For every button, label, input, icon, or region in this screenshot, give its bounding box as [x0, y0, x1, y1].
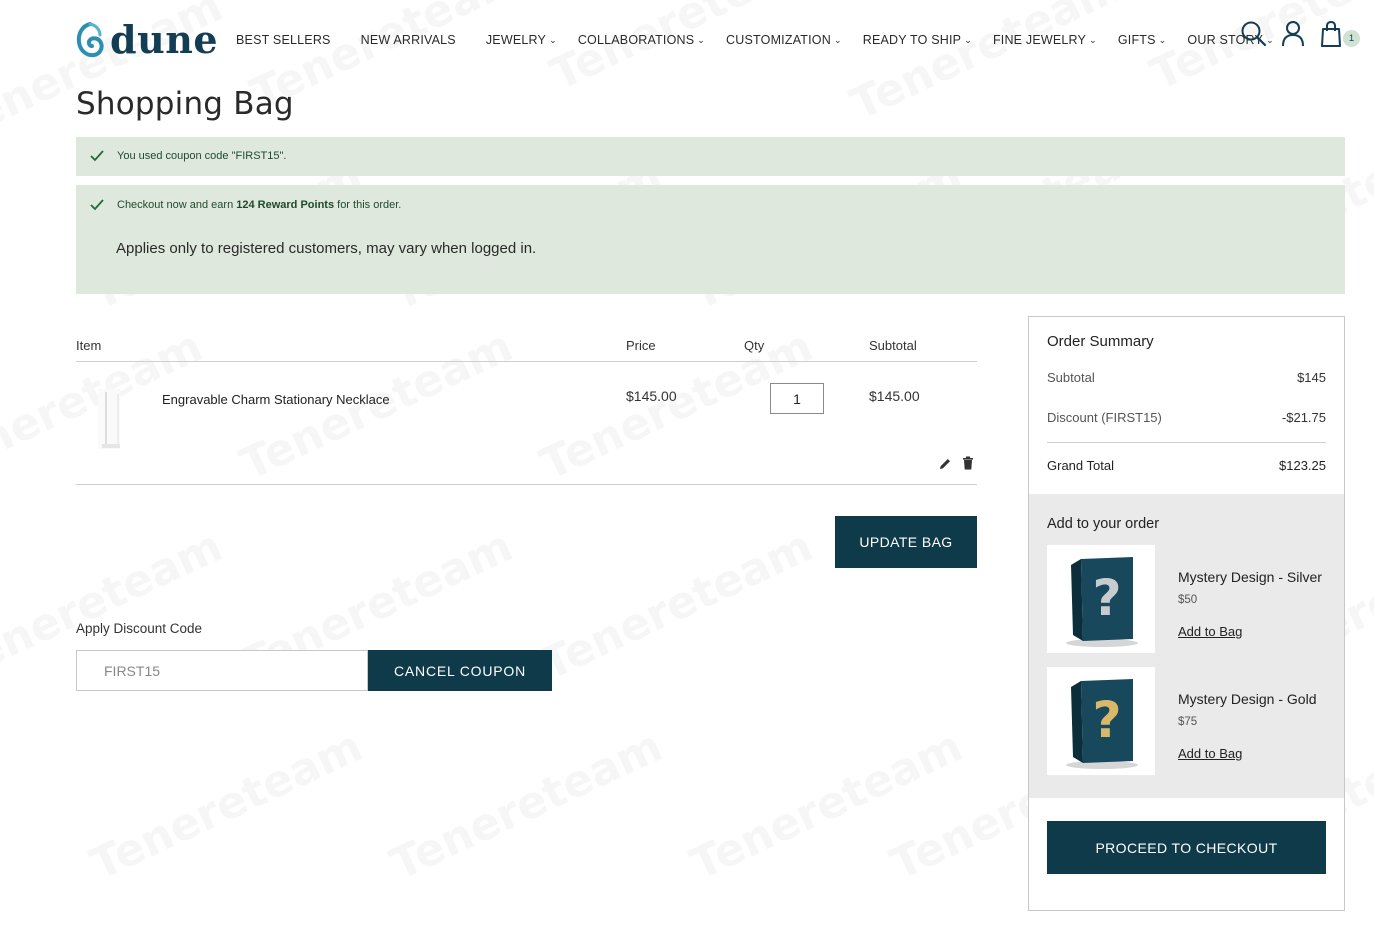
- reward-points: 124 Reward Points: [236, 199, 335, 211]
- nav-label: COLLABORATIONS: [577, 33, 695, 47]
- upsell-item: ? Mystery Design - Silver $50 Add to Bag: [1047, 545, 1327, 653]
- summary-discount-value: -$21.75: [1281, 410, 1326, 425]
- nav-jewelry[interactable]: JEWELRY ⌄: [486, 33, 557, 47]
- summary-subtotal-value: $145: [1297, 370, 1326, 385]
- page-title: Shopping Bag: [76, 86, 294, 122]
- summary-subtotal-row: Subtotal $145: [1047, 370, 1326, 385]
- coupon-success-message: You used coupon code "FIRST15".: [76, 137, 1345, 176]
- nav-new-arrivals[interactable]: NEW ARRIVALS: [361, 33, 456, 47]
- summary-total-row: Grand Total $123.25: [1047, 458, 1326, 473]
- main-nav: BEST SELLERS NEW ARRIVALS JEWELRY ⌄ COLLA…: [236, 33, 1295, 47]
- cart-table-header: Item Price Qty Subtotal: [76, 336, 977, 362]
- cart-button[interactable]: 1: [1318, 20, 1360, 48]
- chevron-down-icon: ⌄: [964, 34, 972, 45]
- summary-divider: [1047, 442, 1326, 443]
- discount-label: Apply Discount Code: [76, 621, 203, 636]
- mystery-box-silver-image[interactable]: ?: [1047, 545, 1155, 653]
- svg-text:?: ?: [1092, 569, 1121, 627]
- cancel-coupon-button[interactable]: CANCEL COUPON: [368, 650, 552, 691]
- nav-collaborations[interactable]: COLLABORATIONS ⌄: [578, 33, 705, 47]
- nav-label: CUSTOMIZATION: [726, 33, 831, 47]
- logo-swirl-icon: [76, 22, 104, 58]
- site-header: dune BEST SELLERS NEW ARRIVALS JEWELRY ⌄ …: [76, 14, 1360, 66]
- logo-text: dune: [110, 17, 219, 62]
- chevron-down-icon: ⌄: [1089, 34, 1097, 45]
- reward-prefix: Checkout now and earn: [117, 199, 237, 211]
- nav-customization[interactable]: CUSTOMIZATION ⌄: [726, 33, 842, 47]
- reward-note: Applies only to registered customers, ma…: [116, 240, 537, 257]
- product-name-link[interactable]: Engravable Charm Stationary Necklace: [162, 392, 390, 407]
- chevron-down-icon: ⌄: [549, 34, 557, 45]
- nav-gifts[interactable]: GIFTS ⌄: [1118, 33, 1167, 47]
- summary-discount-row: Discount (FIRST15) -$21.75: [1047, 410, 1326, 425]
- check-icon: [90, 199, 104, 211]
- update-bag-button[interactable]: UPDATE BAG: [835, 516, 977, 568]
- svg-text:?: ?: [1092, 691, 1121, 749]
- upsell-price: $50: [1178, 594, 1198, 606]
- order-summary: Order Summary Subtotal $145 Discount (FI…: [1028, 316, 1345, 911]
- add-to-bag-link[interactable]: Add to Bag: [1178, 746, 1242, 761]
- discount-code-input[interactable]: [76, 650, 368, 691]
- item-subtotal: $145.00: [869, 388, 920, 404]
- nav-label: FINE JEWELRY: [992, 33, 1087, 47]
- column-item: Item: [76, 338, 102, 353]
- nav-label: JEWELRY: [485, 33, 547, 47]
- logo[interactable]: dune: [76, 21, 218, 59]
- coupon-message-text: You used coupon code "FIRST15".: [117, 150, 287, 162]
- grand-total-value: $123.25: [1279, 458, 1326, 473]
- order-summary-title: Order Summary: [1047, 333, 1154, 350]
- quantity-input[interactable]: [770, 383, 824, 414]
- nav-best-sellers[interactable]: BEST SELLERS: [236, 33, 331, 47]
- nav-label: GIFTS: [1117, 33, 1156, 47]
- upsell-item: ? Mystery Design - Gold $75 Add to Bag: [1047, 667, 1327, 775]
- reward-points-message: Checkout now and earn 124 Reward Points …: [76, 185, 1345, 294]
- nav-fine-jewelry[interactable]: FINE JEWELRY ⌄: [993, 33, 1097, 47]
- edit-icon[interactable]: [938, 457, 952, 471]
- summary-discount-label: Discount (FIRST15): [1047, 410, 1162, 425]
- item-price: $145.00: [626, 388, 677, 404]
- cart-count-badge: 1: [1343, 30, 1360, 47]
- account-icon[interactable]: [1279, 20, 1307, 48]
- mystery-box-gold-image[interactable]: ?: [1047, 667, 1155, 775]
- chevron-down-icon: ⌄: [833, 34, 842, 45]
- chevron-down-icon: ⌄: [1158, 34, 1167, 45]
- nav-label: BEST SELLERS: [236, 33, 331, 47]
- nav-ready-to-ship[interactable]: READY TO SHIP ⌄: [863, 33, 972, 47]
- proceed-to-checkout-button[interactable]: PROCEED TO CHECKOUT: [1047, 821, 1326, 874]
- cart-item-row: Engravable Charm Stationary Necklace $14…: [76, 362, 977, 485]
- column-subtotal: Subtotal: [869, 338, 917, 353]
- reward-suffix: for this order.: [334, 199, 402, 211]
- upsell-title: Add to your order: [1047, 516, 1160, 532]
- nav-label: NEW ARRIVALS: [360, 33, 456, 47]
- summary-subtotal-label: Subtotal: [1047, 370, 1095, 385]
- upsell-section: Add to your order ? Mystery Design - Sil…: [1029, 494, 1344, 798]
- search-icon[interactable]: [1240, 20, 1268, 48]
- column-qty: Qty: [744, 338, 765, 353]
- grand-total-label: Grand Total: [1047, 458, 1114, 473]
- nav-label: READY TO SHIP: [862, 33, 962, 47]
- upsell-price: $75: [1178, 716, 1198, 728]
- product-thumbnail[interactable]: [96, 388, 124, 452]
- add-to-bag-link[interactable]: Add to Bag: [1178, 624, 1242, 639]
- column-price: Price: [626, 338, 656, 353]
- trash-icon[interactable]: [962, 456, 974, 470]
- check-icon: [90, 150, 104, 162]
- reward-message-text: Checkout now and earn 124 Reward Points …: [117, 199, 401, 211]
- header-icons: 1: [1229, 20, 1360, 48]
- bag-icon: [1321, 20, 1341, 47]
- upsell-name: Mystery Design - Gold: [1178, 691, 1317, 707]
- upsell-name: Mystery Design - Silver: [1178, 569, 1322, 585]
- chevron-down-icon: ⌄: [697, 34, 706, 45]
